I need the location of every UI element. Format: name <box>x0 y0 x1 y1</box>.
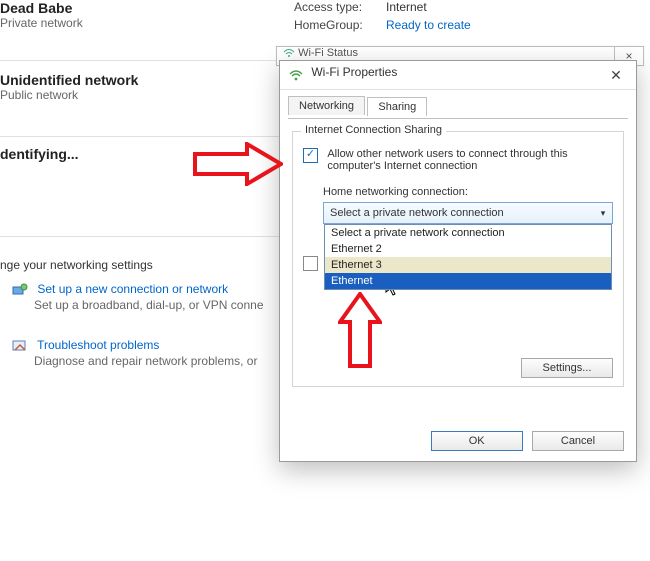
dialog-title: Wi-Fi Properties <box>311 65 397 79</box>
troubleshoot-link[interactable]: Troubleshoot problems <box>37 338 159 352</box>
dropdown-option[interactable]: Ethernet 3 <box>325 257 611 273</box>
wifi-icon <box>283 47 295 59</box>
access-type-value: Internet <box>386 0 427 14</box>
chevron-down-icon: ▾ <box>594 203 612 223</box>
wifi-properties-dialog: Wi-Fi Properties ✕ Networking Sharing In… <box>279 60 637 462</box>
tab-sharing[interactable]: Sharing <box>367 97 427 116</box>
access-type-label: Access type: <box>294 0 362 14</box>
ok-button[interactable]: OK <box>431 431 523 451</box>
ics-group: Internet Connection Sharing ✓ Allow othe… <box>292 131 624 387</box>
setup-connection-link[interactable]: Set up a new connection or network <box>37 282 228 296</box>
dropdown-option[interactable]: Select a private network connection <box>325 225 611 241</box>
settings-heading: nge your networking settings <box>0 258 153 272</box>
ics-group-legend: Internet Connection Sharing <box>301 124 446 136</box>
close-icon: ✕ <box>610 67 622 83</box>
network-name-3: dentifying... <box>0 146 79 162</box>
tab-networking[interactable]: Networking <box>288 96 365 115</box>
allow-sharing-checkbox[interactable]: ✓ <box>303 148 318 163</box>
tab-strip: Networking Sharing <box>288 96 628 119</box>
combo-selected-value: Select a private network connection <box>330 207 504 219</box>
troubleshoot-icon <box>12 338 28 354</box>
network-type-1: Private network <box>0 16 83 30</box>
dialog-titlebar[interactable]: Wi-Fi Properties ✕ <box>280 61 636 90</box>
dropdown-option[interactable]: Ethernet <box>325 273 611 289</box>
allow-control-checkbox[interactable]: ✓ <box>303 256 318 271</box>
settings-button[interactable]: Settings... <box>521 358 613 378</box>
homegroup-link[interactable]: Ready to create <box>386 18 471 32</box>
homegroup-label: HomeGroup: <box>294 18 363 32</box>
new-connection-icon <box>12 282 28 298</box>
cancel-button[interactable]: Cancel <box>532 431 624 451</box>
setup-connection-desc: Set up a broadband, dial-up, or VPN conn… <box>34 298 264 312</box>
dialog-close-button[interactable]: ✕ <box>596 61 636 89</box>
troubleshoot-desc: Diagnose and repair network problems, or <box>34 354 257 368</box>
network-name-2: Unidentified network <box>0 72 138 88</box>
wifi-icon <box>288 67 304 83</box>
home-connection-combo[interactable]: Select a private network connection ▾ Se… <box>323 202 613 224</box>
home-connection-label: Home networking connection: <box>323 186 613 198</box>
dropdown-option[interactable]: Ethernet 2 <box>325 241 611 257</box>
home-connection-dropdown: Select a private network connection Ethe… <box>324 224 612 290</box>
network-type-2: Public network <box>0 88 138 102</box>
network-name-1: Dead Babe <box>0 0 83 16</box>
allow-sharing-label: Allow other network users to connect thr… <box>327 148 607 172</box>
wifi-status-title: Wi-Fi Status <box>298 47 358 59</box>
